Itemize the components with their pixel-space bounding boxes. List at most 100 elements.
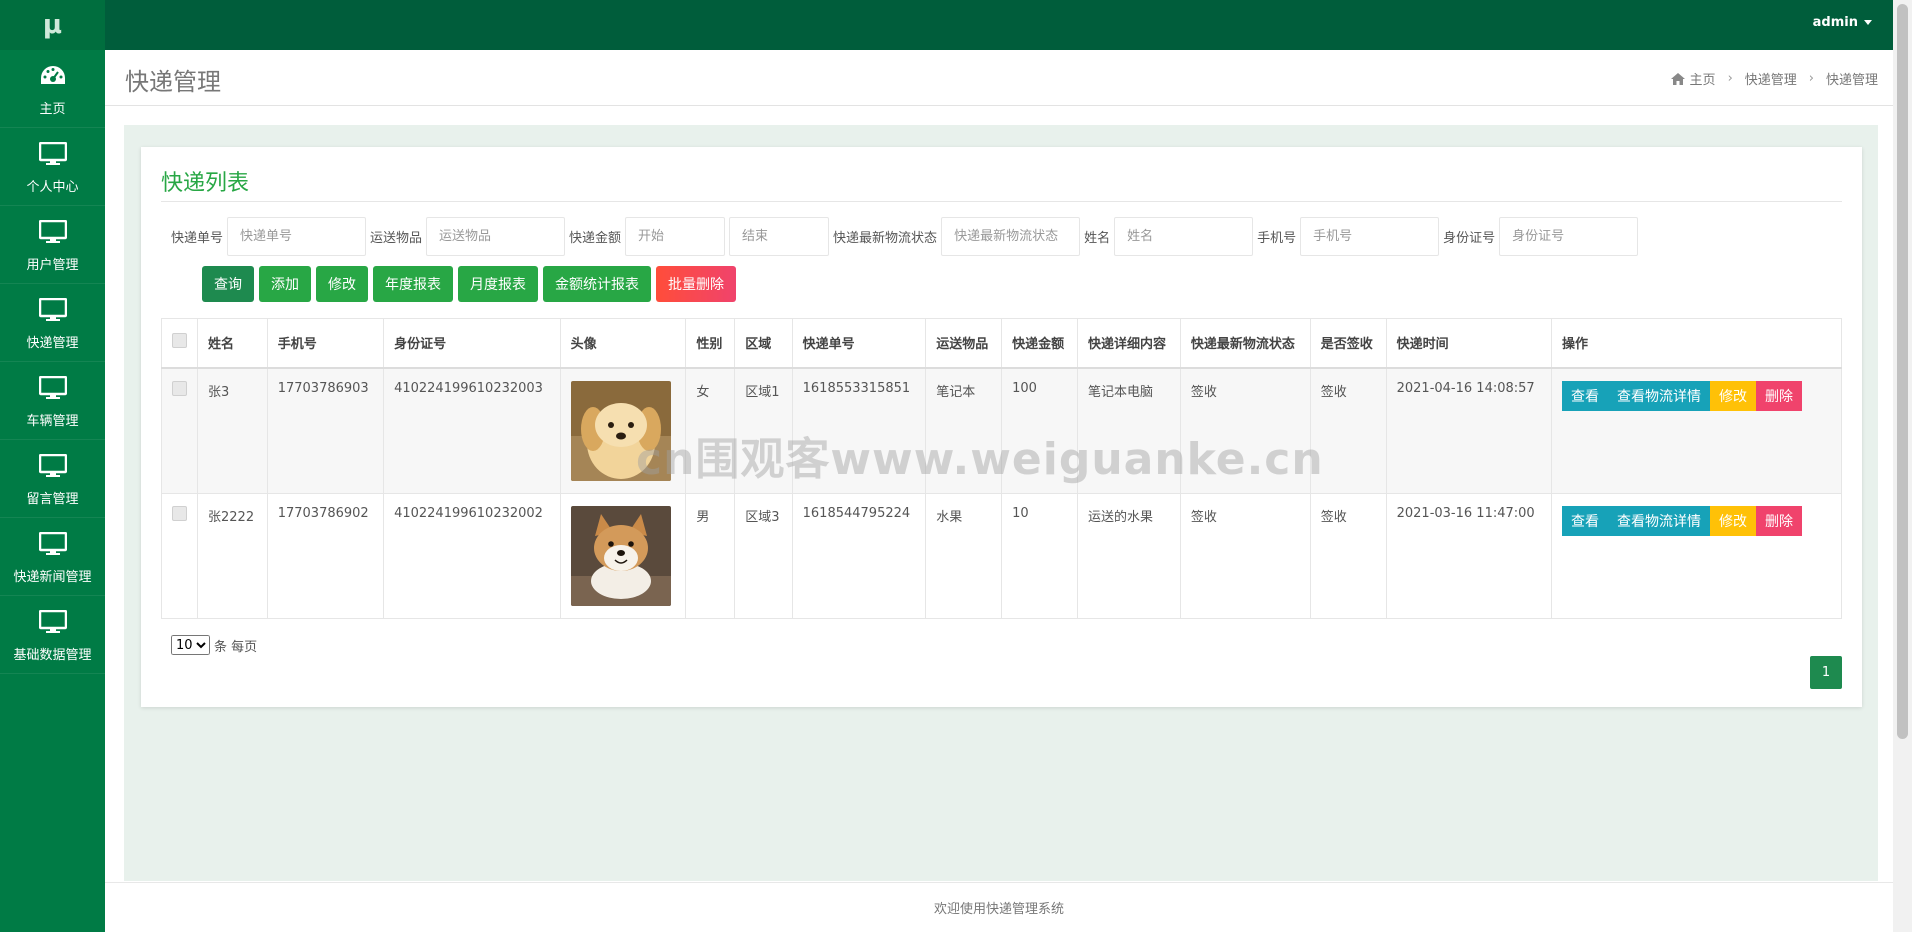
- monthly-report-button[interactable]: 月度报表: [458, 266, 538, 302]
- username: admin: [1812, 14, 1858, 30]
- express-list-card: 快递列表 快递单号 运送物品 快递金额 快递最新物流状态 姓名 手机号 身份证号…: [141, 147, 1862, 707]
- column-header: 姓名: [197, 318, 268, 369]
- cell-gender: 男: [685, 492, 736, 619]
- page-size-select[interactable]: 10: [171, 635, 210, 655]
- express-table: 姓名 手机号 身份证号 头像 性别 区域 快递单号 运送物品 快递金额 快递详细…: [161, 318, 1842, 619]
- column-header: 快递详细内容: [1076, 318, 1181, 369]
- monitor-icon: [37, 294, 69, 326]
- filter-label-tracking: 快递单号: [171, 231, 224, 246]
- breadcrumb-home[interactable]: 主页: [1690, 69, 1716, 88]
- view-logistics-button[interactable]: 查看物流详情: [1608, 380, 1710, 411]
- cell-detail: 笔记本电脑: [1076, 367, 1181, 494]
- sidebar-item-express[interactable]: 快递管理: [0, 284, 105, 362]
- phone-input[interactable]: [1300, 217, 1440, 256]
- home-icon: [1670, 72, 1685, 85]
- filter-label-item: 运送物品: [370, 231, 423, 246]
- sidebar-item-news[interactable]: 快递新闻管理: [0, 518, 105, 596]
- column-header: 头像: [559, 318, 687, 369]
- vertical-scrollbar[interactable]: [1893, 0, 1912, 932]
- cell-id-card: 410224199610232003: [383, 367, 561, 494]
- name-input[interactable]: [1114, 217, 1254, 256]
- column-header: 区域: [734, 318, 793, 369]
- dashboard-icon: [37, 60, 69, 92]
- cell-name: 张2222: [197, 492, 268, 619]
- monitor-icon: [37, 450, 69, 482]
- sidebar-item-basic-data[interactable]: 基础数据管理: [0, 596, 105, 674]
- user-menu[interactable]: admin: [1813, 0, 1872, 44]
- row-checkbox[interactable]: [172, 380, 187, 396]
- app-logo[interactable]: μ: [0, 0, 105, 50]
- cell-name: 张3: [197, 367, 268, 494]
- tracking-number-input[interactable]: [227, 217, 367, 256]
- sidebar-item-label: 车辆管理: [26, 414, 79, 429]
- cell-gender: 女: [685, 367, 736, 494]
- table-row: 张3 17703786903 410224199610232003 女 区域1 …: [161, 367, 1842, 494]
- sidebar-item-users[interactable]: 用户管理: [0, 206, 105, 284]
- breadcrumb-item[interactable]: 快递管理: [1745, 69, 1797, 88]
- column-header: 快递时间: [1385, 318, 1553, 369]
- item-input[interactable]: [426, 217, 566, 256]
- yearly-report-button[interactable]: 年度报表: [373, 266, 453, 302]
- shiba-avatar-image[interactable]: [570, 505, 671, 606]
- id-card-input[interactable]: [1499, 217, 1639, 256]
- column-header: 手机号: [266, 318, 385, 369]
- filter-label-status: 快递最新物流状态: [833, 231, 938, 246]
- sidebar-item-messages[interactable]: 留言管理: [0, 440, 105, 518]
- sidebar-item-label: 快递新闻管理: [13, 570, 92, 585]
- sidebar-item-home[interactable]: 主页: [0, 50, 105, 128]
- view-button[interactable]: 查看: [1562, 380, 1608, 411]
- sidebar-item-label: 快递管理: [26, 336, 79, 351]
- breadcrumb-current: 快递管理: [1825, 73, 1878, 88]
- page-header: 快递管理 主页 › 快递管理 › 快递管理: [105, 50, 1893, 106]
- page-size-label: 条 每页: [214, 639, 258, 655]
- batch-delete-button[interactable]: 批量删除: [656, 266, 736, 302]
- card-title: 快递列表: [161, 171, 250, 196]
- table-row: 张2222 17703786902 410224199610232002 男 区…: [161, 492, 1842, 619]
- row-edit-button[interactable]: 修改: [1710, 505, 1756, 536]
- edit-button[interactable]: 修改: [316, 266, 368, 302]
- amount-start-input[interactable]: [625, 217, 726, 256]
- amount-end-input[interactable]: [729, 217, 830, 256]
- row-edit-button[interactable]: 修改: [1710, 380, 1756, 411]
- add-button[interactable]: 添加: [259, 266, 311, 302]
- puppy-avatar-image[interactable]: [570, 380, 671, 481]
- footer: 欢迎使用快递管理系统: [105, 882, 1893, 932]
- cell-item: 水果: [925, 492, 1003, 619]
- filter-label-phone: 手机号: [1257, 231, 1297, 246]
- query-button[interactable]: 查询: [202, 266, 254, 302]
- row-delete-button[interactable]: 删除: [1756, 380, 1802, 411]
- sidebar-item-profile[interactable]: 个人中心: [0, 128, 105, 206]
- pagination-page-1[interactable]: 1: [1810, 656, 1842, 689]
- column-header: 是否签收: [1309, 318, 1387, 369]
- chevron-right-icon: ›: [1808, 71, 1814, 86]
- sidebar-item-label: 主页: [39, 102, 66, 117]
- filter-label-amount: 快递金额: [569, 231, 622, 246]
- action-toolbar: 查询 添加 修改 年度报表 月度报表 金额统计报表 批量删除: [202, 266, 741, 302]
- cell-signed: 签收: [1309, 367, 1387, 494]
- cell-actions: 查看 查看物流详情 修改 删除: [1551, 492, 1842, 619]
- scrollbar-thumb[interactable]: [1897, 4, 1908, 739]
- row-checkbox[interactable]: [172, 505, 187, 521]
- cell-tracking: 1618544795224: [791, 492, 927, 619]
- sidebar-item-label: 用户管理: [26, 258, 79, 273]
- sidebar-item-vehicles[interactable]: 车辆管理: [0, 362, 105, 440]
- cell-detail: 运送的水果: [1076, 492, 1181, 619]
- cell-amount: 100: [1001, 367, 1078, 494]
- divider: [161, 201, 1842, 202]
- cell-time: 2021-04-16 14:08:57: [1385, 367, 1553, 494]
- caret-down-icon: [1864, 19, 1872, 25]
- sidebar: μ 主页 个人中心 用户管理 快递管理 车辆管理 留言管理 快递新闻管理 基础数…: [0, 0, 105, 932]
- column-header: 快递单号: [791, 318, 927, 369]
- row-delete-button[interactable]: 删除: [1756, 505, 1802, 536]
- filter-label-name: 姓名: [1084, 231, 1111, 246]
- filter-label-id-card: 身份证号: [1443, 231, 1496, 246]
- view-button[interactable]: 查看: [1562, 505, 1608, 536]
- amount-report-button[interactable]: 金额统计报表: [543, 266, 651, 302]
- select-all-checkbox[interactable]: [172, 333, 187, 349]
- column-header: 快递最新物流状态: [1179, 318, 1311, 369]
- view-logistics-button[interactable]: 查看物流详情: [1608, 505, 1710, 536]
- cell-region: 区域1: [734, 367, 793, 494]
- chevron-right-icon: ›: [1727, 71, 1733, 86]
- status-input[interactable]: [941, 217, 1081, 256]
- cell-avatar: [559, 492, 687, 619]
